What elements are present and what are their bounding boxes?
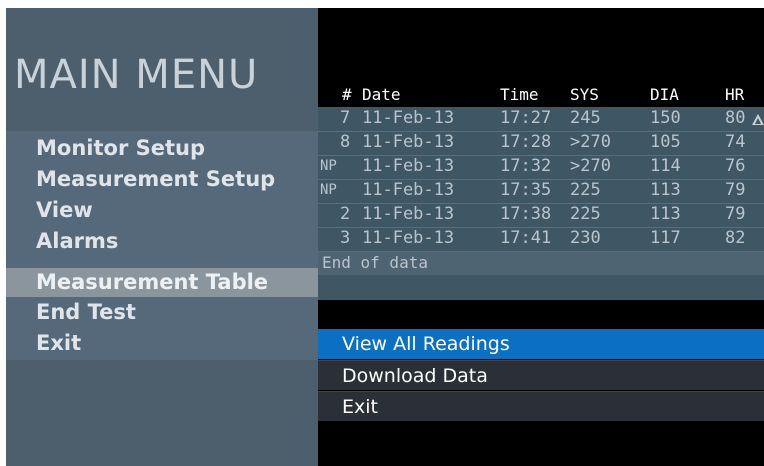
menu-item-end-test[interactable]: End Test <box>6 298 318 327</box>
menu-item-measurement-table[interactable]: Measurement Table <box>6 268 318 297</box>
cell-date: 11-Feb-13 <box>362 108 455 128</box>
table-row[interactable]: NP 11-Feb-13 17:32 >270 114 76 <box>318 155 764 180</box>
table-row[interactable]: 3 11-Feb-13 17:41 230 117 82 <box>318 227 764 252</box>
menu-item-monitor-setup[interactable]: Monitor Setup <box>6 134 318 163</box>
monitor-screen: MAIN MENU Monitor Setup Measurement Setu… <box>6 8 764 466</box>
cell-sys: 230 <box>570 228 601 248</box>
cell-sys: >270 <box>570 132 611 152</box>
menu-item-exit[interactable]: Exit <box>6 329 318 358</box>
cell-date: 11-Feb-13 <box>362 228 455 248</box>
cell-time: 17:28 <box>500 132 552 152</box>
table-row[interactable]: 8 11-Feb-13 17:28 >270 105 74 <box>318 131 764 156</box>
table-row[interactable]: 2 11-Feb-13 17:38 225 113 79 <box>318 203 764 228</box>
cell-time: 17:35 <box>500 180 552 200</box>
header-hr: HR <box>725 85 745 104</box>
cell-sys: 245 <box>570 108 601 128</box>
cell-sys: 225 <box>570 204 601 224</box>
cell-dia: 113 <box>650 204 681 224</box>
cell-number: 2 <box>340 204 351 224</box>
cell-date: 11-Feb-13 <box>362 132 455 152</box>
cell-number: 3 <box>340 228 351 248</box>
cell-number: NP <box>320 182 337 198</box>
cell-number: NP <box>320 158 337 174</box>
header-time: Time <box>500 85 539 104</box>
cell-date: 11-Feb-13 <box>362 204 455 224</box>
cell-hr: 79 <box>725 204 746 224</box>
cell-sys: >270 <box>570 156 611 176</box>
cell-time: 17:27 <box>500 108 552 128</box>
scroll-up-icon-inner <box>755 118 761 124</box>
cell-time: 17:38 <box>500 204 552 224</box>
cell-dia: 105 <box>650 132 681 152</box>
submenu-exit[interactable]: Exit <box>318 391 764 421</box>
table-row[interactable]: NP 11-Feb-13 17:35 225 113 79 <box>318 179 764 204</box>
table-header: # Date Time SYS DIA HR <box>318 84 764 107</box>
table-row[interactable]: 7 11-Feb-13 17:27 245 150 80 <box>318 107 764 132</box>
cell-sys: 225 <box>570 180 601 200</box>
cell-time: 17:32 <box>500 156 552 176</box>
menu-item-view[interactable]: View <box>6 196 318 225</box>
cell-hr: 80 <box>725 108 746 128</box>
cell-date: 11-Feb-13 <box>362 180 455 200</box>
cell-dia: 114 <box>650 156 681 176</box>
cell-date: 11-Feb-13 <box>362 156 455 176</box>
cell-hr: 76 <box>725 156 746 176</box>
main-menu-title: MAIN MENU <box>14 52 259 98</box>
cell-hr: 82 <box>725 228 746 248</box>
cell-number: 7 <box>340 108 351 128</box>
end-of-data-label: End of data <box>322 253 428 272</box>
header-number: # <box>342 85 352 104</box>
cell-time: 17:41 <box>500 228 552 248</box>
cell-number: 8 <box>340 132 351 152</box>
measurement-table: # Date Time SYS DIA HR 7 11-Feb-13 17:27… <box>318 84 764 300</box>
header-sys: SYS <box>570 85 599 104</box>
submenu-download-data[interactable]: Download Data <box>318 360 764 390</box>
cell-dia: 113 <box>650 180 681 200</box>
main-menu-panel: MAIN MENU Monitor Setup Measurement Setu… <box>6 8 318 466</box>
menu-item-measurement-setup[interactable]: Measurement Setup <box>6 165 318 194</box>
header-dia: DIA <box>650 85 679 104</box>
header-date: Date <box>362 85 401 104</box>
menu-item-alarms[interactable]: Alarms <box>6 227 318 256</box>
end-of-data-row: End of data <box>318 252 764 275</box>
cell-dia: 117 <box>650 228 681 248</box>
submenu-view-all-readings[interactable]: View All Readings <box>318 329 764 359</box>
cell-hr: 74 <box>725 132 746 152</box>
cell-hr: 79 <box>725 180 746 200</box>
cell-dia: 150 <box>650 108 681 128</box>
